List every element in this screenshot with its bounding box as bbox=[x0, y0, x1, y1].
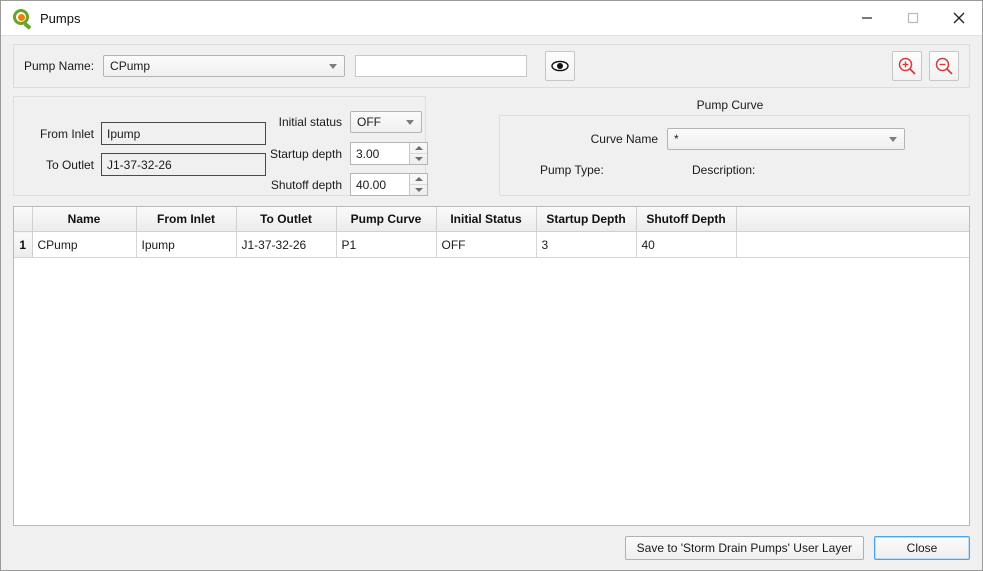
eye-icon bbox=[550, 59, 570, 73]
zoom-out-button[interactable] bbox=[929, 51, 959, 81]
cell-initial-status[interactable]: OFF bbox=[436, 232, 536, 258]
save-to-user-layer-button[interactable]: Save to 'Storm Drain Pumps' User Layer bbox=[625, 536, 864, 560]
startup-depth-label: Startup depth bbox=[262, 147, 342, 161]
curve-name-row: Curve Name * bbox=[500, 128, 905, 150]
table-row[interactable]: 1 CPump Ipump J1-37-32-26 P1 OFF 3 40 bbox=[14, 232, 969, 258]
close-icon bbox=[952, 11, 966, 25]
startup-depth-increment[interactable] bbox=[410, 143, 427, 153]
startup-depth-stepper[interactable]: 3.00 bbox=[350, 142, 428, 165]
title-bar: Pumps bbox=[1, 1, 982, 36]
shutoff-depth-row: Shutoff depth 40.00 bbox=[262, 173, 428, 196]
shutoff-depth-spin-buttons bbox=[409, 174, 427, 195]
chevron-down-icon bbox=[406, 120, 414, 125]
window-controls bbox=[844, 1, 982, 35]
cell-shutoff-depth[interactable]: 40 bbox=[636, 232, 736, 258]
startup-depth-value: 3.00 bbox=[351, 143, 409, 164]
pump-name-combo-value: CPump bbox=[110, 59, 150, 73]
caret-down-icon bbox=[415, 157, 423, 161]
pump-selector-toolbar: Pump Name: CPump bbox=[13, 44, 970, 88]
curve-name-combo[interactable]: * bbox=[667, 128, 905, 150]
maximize-icon bbox=[907, 12, 919, 24]
initial-status-value: OFF bbox=[357, 115, 381, 129]
cell-to-outlet[interactable]: J1-37-32-26 bbox=[236, 232, 336, 258]
zoom-in-icon bbox=[897, 56, 917, 76]
pumps-table: Name From Inlet To Outlet Pump Curve Ini… bbox=[14, 207, 969, 258]
initial-status-label: Initial status bbox=[262, 115, 342, 129]
column-header-to-outlet[interactable]: To Outlet bbox=[236, 207, 336, 232]
pump-properties-panel: From Inlet Ipump To Outlet J1-37-32-26 I… bbox=[13, 96, 426, 196]
close-button[interactable] bbox=[936, 1, 982, 35]
table-header-row: Name From Inlet To Outlet Pump Curve Ini… bbox=[14, 207, 969, 232]
curve-name-label: Curve Name bbox=[500, 132, 658, 146]
to-outlet-label: To Outlet bbox=[26, 158, 94, 172]
pumps-dialog: Pumps Pump Name: bbox=[0, 0, 983, 571]
description-label: Description: bbox=[692, 163, 755, 177]
pumps-table-container[interactable]: Name From Inlet To Outlet Pump Curve Ini… bbox=[13, 206, 970, 526]
caret-up-icon bbox=[415, 177, 423, 181]
row-number[interactable]: 1 bbox=[14, 232, 32, 258]
zoom-out-icon bbox=[934, 56, 954, 76]
zoom-in-button[interactable] bbox=[892, 51, 922, 81]
startup-depth-decrement[interactable] bbox=[410, 153, 427, 164]
caret-down-icon bbox=[415, 188, 423, 192]
column-header-shutoff-depth[interactable]: Shutoff Depth bbox=[636, 207, 736, 232]
caret-up-icon bbox=[415, 146, 423, 150]
column-header-pump-curve[interactable]: Pump Curve bbox=[336, 207, 436, 232]
from-inlet-field[interactable]: Ipump bbox=[101, 122, 266, 145]
table-corner-header[interactable] bbox=[14, 207, 32, 232]
pump-name-label: Pump Name: bbox=[24, 59, 94, 73]
pump-type-label: Pump Type: bbox=[540, 163, 604, 177]
initial-status-row: Initial status OFF bbox=[262, 111, 422, 133]
maximize-button[interactable] bbox=[890, 1, 936, 35]
close-dialog-button[interactable]: Close bbox=[874, 536, 970, 560]
from-inlet-label: From Inlet bbox=[26, 127, 94, 141]
pump-curve-title: Pump Curve bbox=[490, 98, 970, 112]
pump-curve-group: Curve Name * Pump Type: Description: bbox=[499, 115, 970, 196]
window-title: Pumps bbox=[40, 11, 844, 26]
shutoff-depth-stepper[interactable]: 40.00 bbox=[350, 173, 428, 196]
minimize-button[interactable] bbox=[844, 1, 890, 35]
show-pump-button[interactable] bbox=[545, 51, 575, 81]
panels-region: From Inlet Ipump To Outlet J1-37-32-26 I… bbox=[1, 88, 982, 196]
minimize-icon bbox=[861, 12, 873, 24]
column-header-name[interactable]: Name bbox=[32, 207, 136, 232]
column-header-from-inlet[interactable]: From Inlet bbox=[136, 207, 236, 232]
startup-depth-spin-buttons bbox=[409, 143, 427, 164]
column-header-filler bbox=[736, 207, 969, 232]
toolbar-region: Pump Name: CPump bbox=[1, 36, 982, 88]
chevron-down-icon bbox=[329, 64, 337, 69]
pump-curve-region: Pump Curve Curve Name * Pump Type: Descr… bbox=[490, 96, 970, 196]
cell-pump-curve[interactable]: P1 bbox=[336, 232, 436, 258]
column-header-startup-depth[interactable]: Startup Depth bbox=[536, 207, 636, 232]
chevron-down-icon bbox=[889, 137, 897, 142]
pump-filter-input[interactable] bbox=[355, 55, 527, 77]
shutoff-depth-increment[interactable] bbox=[410, 174, 427, 184]
pump-name-combo[interactable]: CPump bbox=[103, 55, 345, 77]
startup-depth-row: Startup depth 3.00 bbox=[262, 142, 428, 165]
to-outlet-field[interactable]: J1-37-32-26 bbox=[101, 153, 266, 176]
cell-name[interactable]: CPump bbox=[32, 232, 136, 258]
from-inlet-row: From Inlet Ipump bbox=[26, 122, 266, 145]
to-outlet-row: To Outlet J1-37-32-26 bbox=[26, 153, 266, 176]
qgis-logo-icon bbox=[13, 9, 31, 27]
shutoff-depth-value: 40.00 bbox=[351, 174, 409, 195]
dialog-footer: Save to 'Storm Drain Pumps' User Layer C… bbox=[1, 526, 982, 570]
column-header-initial-status[interactable]: Initial Status bbox=[436, 207, 536, 232]
shutoff-depth-label: Shutoff depth bbox=[262, 178, 342, 192]
cell-from-inlet[interactable]: Ipump bbox=[136, 232, 236, 258]
shutoff-depth-decrement[interactable] bbox=[410, 184, 427, 195]
cell-startup-depth[interactable]: 3 bbox=[536, 232, 636, 258]
initial-status-combo[interactable]: OFF bbox=[350, 111, 422, 133]
cell-filler bbox=[736, 232, 969, 258]
curve-name-value: * bbox=[674, 132, 679, 146]
